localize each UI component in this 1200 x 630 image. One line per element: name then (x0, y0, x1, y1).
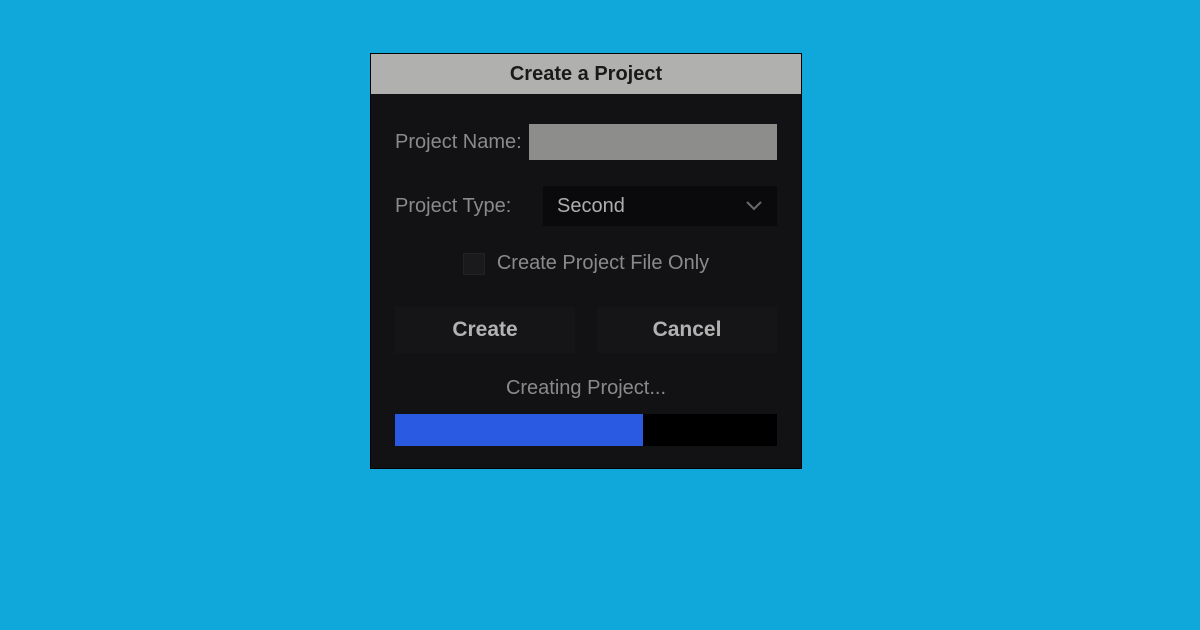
progress-fill (395, 414, 643, 446)
project-type-row: Project Type: Second (395, 186, 777, 226)
cancel-button[interactable]: Cancel (597, 307, 777, 353)
progress-bar (395, 414, 777, 446)
dialog-content: Project Name: Project Type: Second Creat… (371, 94, 801, 468)
status-text: Creating Project... (395, 377, 777, 400)
project-type-label: Project Type: (395, 195, 543, 218)
project-type-select[interactable]: Second (543, 186, 777, 226)
project-name-input[interactable] (529, 124, 777, 160)
project-type-selected: Second (557, 195, 625, 218)
create-button[interactable]: Create (395, 307, 575, 353)
dialog-title: Create a Project (510, 63, 662, 86)
chevron-down-icon (745, 197, 763, 215)
file-only-row: Create Project File Only (395, 252, 777, 275)
file-only-checkbox[interactable] (463, 253, 485, 275)
dialog-titlebar: Create a Project (371, 54, 801, 94)
project-name-label: Project Name: (395, 131, 529, 154)
file-only-label: Create Project File Only (497, 252, 709, 275)
create-project-dialog: Create a Project Project Name: Project T… (370, 53, 802, 469)
project-name-row: Project Name: (395, 124, 777, 160)
dialog-button-row: Create Cancel (395, 307, 777, 353)
